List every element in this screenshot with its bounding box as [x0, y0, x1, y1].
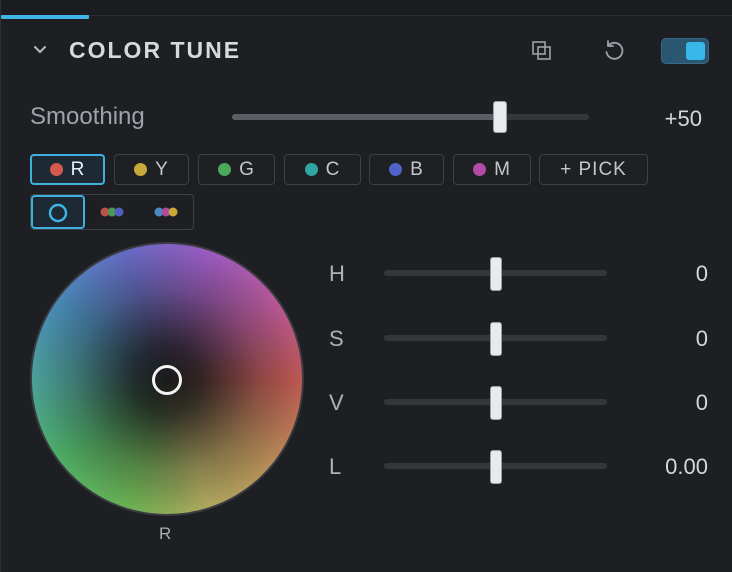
channel-chip-c[interactable]: C	[284, 154, 361, 185]
enable-toggle[interactable]	[661, 38, 709, 64]
hue-slider-thumb[interactable]	[489, 257, 502, 291]
smoothing-slider-track[interactable]	[232, 114, 589, 120]
channel-label: M	[494, 158, 511, 180]
magenta-dot-icon	[473, 163, 487, 176]
cyan-dot-icon	[304, 163, 318, 176]
value-slider-thumb[interactable]	[489, 386, 502, 420]
hue-value: 0	[695, 261, 708, 286]
mode-single-wheel-button[interactable]	[31, 195, 85, 229]
panel-tab-bar	[1, 0, 732, 16]
chevron-down-icon[interactable]	[31, 40, 49, 58]
mode-alt-wheels-button[interactable]	[139, 195, 193, 229]
pick-label: + PICK	[560, 158, 627, 180]
channel-label: C	[325, 158, 341, 180]
saturation-value: 0	[695, 326, 708, 351]
luminance-slider-thumb[interactable]	[489, 450, 502, 484]
channel-label: Y	[155, 158, 169, 180]
channel-chip-g[interactable]: G	[198, 154, 275, 185]
smoothing-label: Smoothing	[30, 103, 145, 130]
param-label-h: H	[329, 261, 345, 286]
pick-color-button[interactable]: + PICK	[539, 154, 648, 185]
blue-dot-icon	[389, 163, 403, 176]
green-dot-icon	[218, 163, 232, 176]
smoothing-value: +50	[664, 106, 702, 131]
three-dots-alt-icon	[154, 207, 178, 217]
yellow-dot-icon	[134, 163, 148, 176]
channel-label: R	[70, 158, 86, 180]
panel-title: COLOR TUNE	[69, 37, 242, 63]
three-dots-icon	[100, 207, 124, 217]
channel-label: G	[239, 158, 255, 180]
channel-chip-y[interactable]: Y	[114, 154, 189, 185]
circle-icon	[48, 203, 68, 223]
wheel-label: R	[159, 524, 172, 543]
channel-chip-r[interactable]: R	[30, 154, 105, 185]
value-value: 0	[695, 390, 708, 415]
active-tab-indicator	[1, 15, 89, 19]
color-tune-panel: COLOR TUNE Smoothing +50 R Y G C B M + P…	[0, 0, 732, 572]
smoothing-slider-thumb[interactable]	[492, 101, 507, 133]
smoothing-slider-fill	[232, 114, 500, 120]
channel-label: B	[410, 158, 424, 180]
saturation-slider-thumb[interactable]	[489, 322, 502, 356]
channel-chip-b[interactable]: B	[369, 154, 444, 185]
reset-icon[interactable]	[601, 38, 627, 64]
color-wheel-cursor[interactable]	[152, 365, 182, 395]
channel-chip-m[interactable]: M	[453, 154, 531, 185]
param-label-s: S	[329, 326, 344, 351]
luminance-value: 0.00	[665, 454, 708, 479]
compare-icon[interactable]	[529, 38, 555, 64]
red-dot-icon	[49, 163, 63, 176]
param-label-l: L	[329, 454, 342, 479]
mode-three-wheels-button[interactable]	[85, 195, 139, 229]
wheel-mode-group	[30, 194, 194, 230]
param-label-v: V	[329, 390, 344, 415]
panel-header: COLOR TUNE	[1, 30, 732, 72]
toggle-knob	[686, 42, 705, 60]
